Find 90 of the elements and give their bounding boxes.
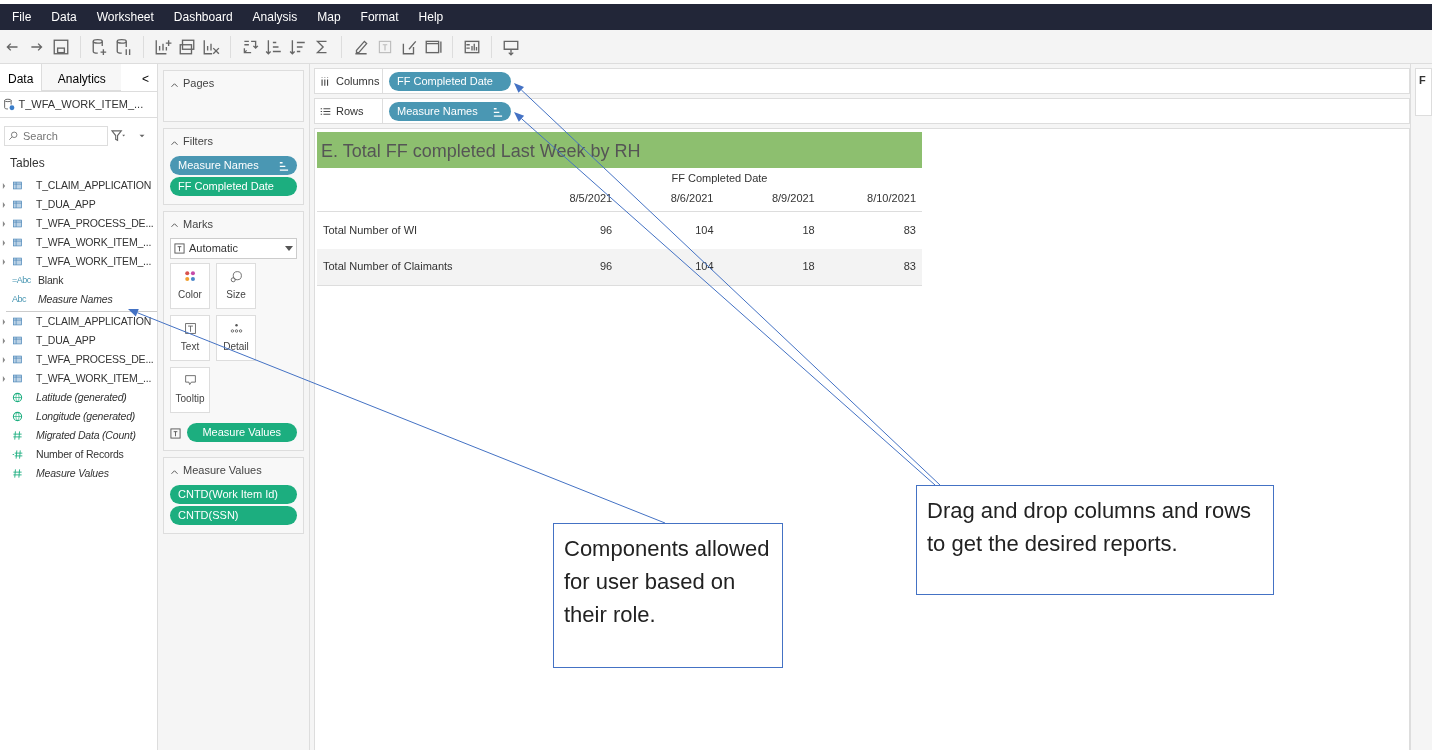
sort-ascending-icon[interactable] (265, 37, 283, 56)
menu-item[interactable]: Map (317, 8, 341, 26)
table-icon (12, 373, 23, 384)
text-mark-icon (170, 428, 181, 439)
cylinder-plus-icon[interactable] (91, 37, 109, 56)
color-dots-icon (183, 270, 197, 283)
text-mark-icon (174, 243, 185, 254)
field-name[interactable]: T_WFA_PROCESS_DE... (36, 215, 154, 232)
shelf-label: Rows (336, 103, 364, 119)
column-header: 8/6/2021 (618, 186, 720, 212)
dropdown-icon (285, 246, 293, 251)
chevron-up-icon[interactable] (170, 220, 179, 230)
menu-item[interactable]: Format (360, 8, 399, 26)
database-icon (2, 98, 16, 111)
dots-icon (229, 322, 243, 335)
table-icon (12, 335, 23, 346)
hash-icon (12, 468, 23, 479)
speech-bubble-icon (183, 374, 197, 387)
search-field[interactable]: Search (4, 126, 108, 146)
field-name[interactable]: T_WFA_WORK_ITEM_... (36, 234, 152, 251)
field-name[interactable]: Latitude (generated) (36, 389, 127, 406)
table-icon (12, 218, 23, 229)
callout-text: Drag and drop columns and rows to get the desired reports. (916, 485, 1274, 595)
globe-icon (12, 392, 23, 403)
panel-title: F (1419, 74, 1426, 86)
view-title: E. Total FF completed Last Week by RH (317, 132, 922, 168)
hash-icon (12, 430, 23, 441)
column-header: 8/5/2021 (517, 186, 619, 212)
mark-button[interactable]: Color (170, 263, 210, 309)
mark-button[interactable]: Tooltip (170, 367, 210, 413)
field-name[interactable]: T_WFA_WORK_ITEM_... (36, 253, 152, 270)
chart-clear-icon[interactable] (202, 37, 220, 56)
field-name[interactable]: T_WFA_PROCESS_DE... (36, 351, 154, 368)
table-icon (12, 237, 23, 248)
table-icon (12, 354, 23, 365)
card-title: Pages (183, 77, 215, 89)
field-name[interactable]: T_CLAIM_APPLICATION (36, 313, 152, 330)
card-title: Measure Values (183, 464, 262, 476)
field-name[interactable]: Number of Records (36, 446, 124, 463)
field-name[interactable]: Longitude (generated) (36, 408, 136, 425)
table-icon (12, 199, 23, 210)
field-name[interactable]: T_WFA_WORK_ITEM_... (36, 370, 152, 387)
column-header: 8/9/2021 (719, 186, 821, 212)
field-name[interactable]: Migrated Data (Count) (36, 427, 136, 444)
size-icon (229, 270, 243, 283)
mark-type-dropdown[interactable]: Automatic (170, 238, 297, 259)
menu-item[interactable]: Dashboard (173, 8, 233, 26)
card-title: Filters (183, 135, 213, 147)
callout-text: Components allowed for user based on their role. (553, 523, 783, 668)
row-header: Total Number of Claimants (317, 248, 517, 286)
menu-item[interactable]: Help (418, 8, 444, 26)
search-icon (8, 130, 19, 141)
data-source-name[interactable]: T_WFA_WORK_ITEM_... (18, 96, 144, 113)
column-header: 8/10/2021 (820, 186, 922, 212)
globe-icon (12, 411, 23, 422)
rows-icon (320, 105, 331, 117)
mark-button[interactable]: Size (216, 263, 256, 309)
chart-duplicate-icon[interactable] (178, 37, 196, 56)
field-name[interactable]: Measure Names (38, 291, 113, 308)
field-name[interactable]: Measure Values (36, 465, 109, 482)
column-header: FF Completed Date (671, 170, 768, 186)
table-icon (12, 316, 23, 327)
field-name[interactable]: Blank (38, 272, 64, 289)
menu-item[interactable]: Worksheet (96, 8, 154, 26)
table-cell: 83 (820, 248, 922, 286)
type-label: Abc (12, 292, 27, 306)
mark-button[interactable]: Text (170, 315, 210, 361)
menu-item[interactable]: File (12, 8, 32, 26)
shelf-label: Columns (336, 73, 380, 89)
mark-button[interactable]: Detail (216, 315, 256, 361)
sort-descending-icon[interactable] (289, 37, 307, 56)
filter-icon[interactable] (110, 128, 126, 144)
card-title: Marks (183, 217, 213, 230)
menu-item[interactable]: Data (51, 8, 77, 26)
type-label: =Abc (12, 273, 32, 287)
field-name[interactable]: T_DUA_APP (36, 332, 96, 349)
field-name[interactable]: T_DUA_APP (36, 196, 96, 213)
table-cell: 96 (517, 248, 619, 286)
section-heading: Tables (9, 155, 46, 172)
menu-item[interactable]: Analysis (252, 8, 298, 26)
tab[interactable]: Analytics (41, 64, 122, 91)
text-mark-icon (183, 322, 197, 335)
bar-chart-plus-icon[interactable] (154, 37, 172, 56)
table-cell: 18 (719, 248, 821, 286)
table-icon (12, 256, 23, 267)
cylinder-pause-icon[interactable] (115, 37, 133, 56)
field-name[interactable]: T_CLAIM_APPLICATION (36, 177, 152, 194)
calculated-hash-icon (12, 449, 23, 460)
table-icon (12, 180, 23, 191)
columns-icon (320, 75, 331, 87)
